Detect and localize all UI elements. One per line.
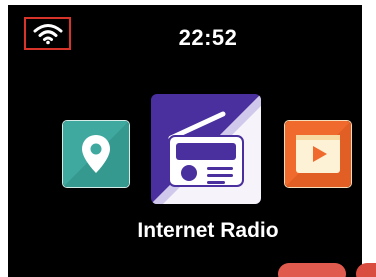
play-icon (285, 121, 351, 187)
internet-radio-app-tile[interactable] (151, 94, 261, 204)
radio-icon (151, 94, 261, 204)
clock-time: 22:52 (178, 25, 238, 50)
device-frame: 22:52 Internet Radio (0, 0, 376, 277)
wifi-icon (33, 23, 62, 44)
bottom-soft-button[interactable] (278, 263, 346, 277)
map-pin-icon (63, 121, 129, 187)
maps-app-tile[interactable] (62, 120, 130, 188)
media-player-app-tile[interactable] (284, 120, 352, 188)
radio-screen: 22:52 Internet Radio (8, 5, 362, 277)
wifi-status-indicator[interactable] (24, 17, 71, 50)
bottom-soft-button-right[interactable] (356, 263, 376, 277)
selected-app-label: Internet Radio (137, 219, 279, 242)
